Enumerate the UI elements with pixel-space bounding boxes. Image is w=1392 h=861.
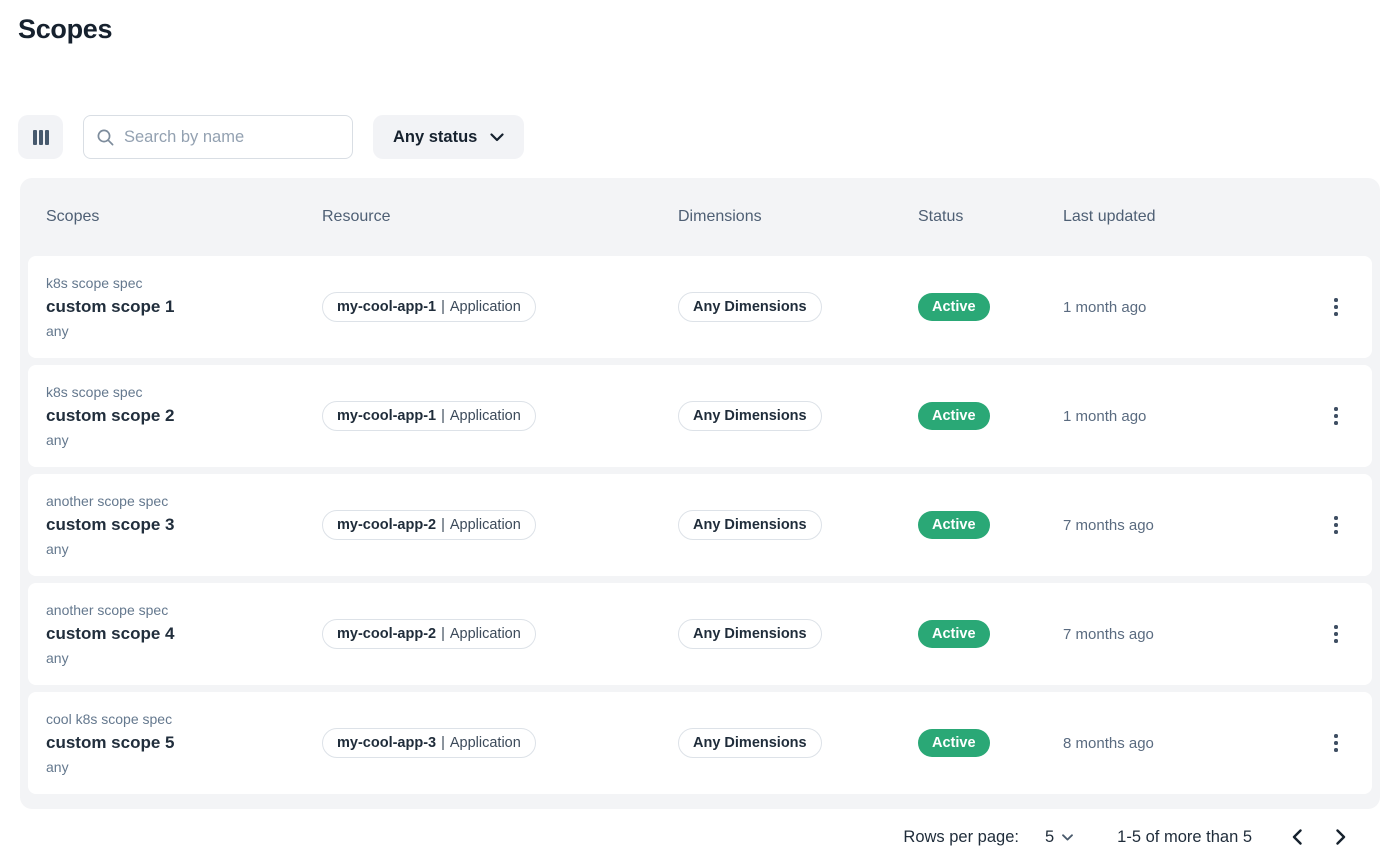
table-header: Scopes Resource Dimensions Status Last u…	[28, 178, 1372, 256]
last-updated-text: 7 months ago	[1063, 517, 1300, 534]
status-badge: Active	[918, 729, 990, 757]
chevron-down-small-icon	[1062, 834, 1073, 841]
resource-type: Application	[450, 735, 521, 751]
scopes-table: Scopes Resource Dimensions Status Last u…	[20, 178, 1380, 809]
row-actions-menu-button[interactable]	[1320, 291, 1352, 323]
resource-app-name: my-cool-app-2	[337, 517, 436, 533]
dimensions-chip: Any Dimensions	[678, 292, 822, 322]
resource-type: Application	[450, 408, 521, 424]
table-row[interactable]: another scope spec custom scope 3 any my…	[28, 474, 1372, 576]
resource-chip: my-cool-app-2 | Application	[322, 619, 536, 649]
resource-app-name: my-cool-app-1	[337, 299, 436, 315]
scope-cell: another scope spec custom scope 3 any	[46, 492, 322, 558]
scope-spec: k8s scope spec	[46, 383, 322, 401]
status-badge: Active	[918, 511, 990, 539]
last-updated-text: 8 months ago	[1063, 735, 1300, 752]
scope-dimension-key: any	[46, 322, 322, 340]
next-page-button[interactable]	[1324, 820, 1358, 854]
scope-name: custom scope 1	[46, 296, 322, 318]
row-actions-menu-button[interactable]	[1320, 618, 1352, 650]
resource-chip: my-cool-app-3 | Application	[322, 728, 536, 758]
resource-chip: my-cool-app-1 | Application	[322, 292, 536, 322]
toolbar: Any status	[18, 115, 524, 159]
resource-type: Application	[450, 517, 521, 533]
dimensions-chip: Any Dimensions	[678, 728, 822, 758]
chevron-down-icon	[490, 133, 504, 142]
resource-chip: my-cool-app-1 | Application	[322, 401, 536, 431]
scope-dimension-key: any	[46, 758, 322, 776]
scope-cell: k8s scope spec custom scope 2 any	[46, 383, 322, 449]
scope-spec: k8s scope spec	[46, 274, 322, 292]
chevron-right-icon	[1336, 829, 1346, 845]
last-updated-text: 1 month ago	[1063, 299, 1300, 316]
scope-name: custom scope 5	[46, 732, 322, 754]
status-badge: Active	[918, 402, 990, 430]
scope-name: custom scope 4	[46, 623, 322, 645]
status-filter-dropdown[interactable]: Any status	[373, 115, 524, 159]
table-row[interactable]: k8s scope spec custom scope 2 any my-coo…	[28, 365, 1372, 467]
chevron-left-icon	[1292, 829, 1302, 845]
resource-app-name: my-cool-app-3	[337, 735, 436, 751]
scope-dimension-key: any	[46, 649, 322, 667]
table-row[interactable]: cool k8s scope spec custom scope 5 any m…	[28, 692, 1372, 794]
scope-dimension-key: any	[46, 431, 322, 449]
table-row[interactable]: k8s scope spec custom scope 1 any my-coo…	[28, 256, 1372, 358]
column-header-resource: Resource	[322, 208, 678, 226]
search-icon	[96, 128, 115, 147]
rows-per-page-select[interactable]: 5	[1045, 828, 1073, 847]
column-header-dimensions: Dimensions	[678, 208, 918, 226]
row-actions-menu-button[interactable]	[1320, 727, 1352, 759]
dimensions-chip: Any Dimensions	[678, 401, 822, 431]
resource-separator: |	[441, 299, 445, 315]
column-settings-button[interactable]	[18, 115, 63, 159]
status-badge: Active	[918, 293, 990, 321]
columns-icon	[33, 130, 49, 145]
status-filter-label: Any status	[393, 128, 477, 147]
resource-separator: |	[441, 626, 445, 642]
scope-spec: another scope spec	[46, 601, 322, 619]
scope-cell: k8s scope spec custom scope 1 any	[46, 274, 322, 340]
status-badge: Active	[918, 620, 990, 648]
scope-name: custom scope 3	[46, 514, 322, 536]
pagination-bar: Rows per page: 5 1-5 of more than 5	[903, 816, 1358, 858]
last-updated-text: 7 months ago	[1063, 626, 1300, 643]
column-header-scopes: Scopes	[46, 208, 322, 226]
resource-app-name: my-cool-app-1	[337, 408, 436, 424]
scope-cell: cool k8s scope spec custom scope 5 any	[46, 710, 322, 776]
resource-app-name: my-cool-app-2	[337, 626, 436, 642]
search-box	[83, 115, 353, 159]
scope-cell: another scope spec custom scope 4 any	[46, 601, 322, 667]
pagination-range-label: 1-5 of more than 5	[1117, 828, 1252, 847]
row-actions-menu-button[interactable]	[1320, 400, 1352, 432]
resource-type: Application	[450, 626, 521, 642]
last-updated-text: 1 month ago	[1063, 408, 1300, 425]
resource-separator: |	[441, 517, 445, 533]
scope-dimension-key: any	[46, 540, 322, 558]
scopes-page: Scopes Any status Scopes Resource Dimens…	[0, 0, 1392, 861]
rows-per-page-label: Rows per page:	[903, 828, 1019, 847]
previous-page-button[interactable]	[1280, 820, 1314, 854]
table-row[interactable]: another scope spec custom scope 4 any my…	[28, 583, 1372, 685]
resource-separator: |	[441, 408, 445, 424]
dimensions-chip: Any Dimensions	[678, 510, 822, 540]
scope-spec: another scope spec	[46, 492, 322, 510]
search-input[interactable]	[124, 128, 344, 147]
resource-chip: my-cool-app-2 | Application	[322, 510, 536, 540]
scope-name: custom scope 2	[46, 405, 322, 427]
row-actions-menu-button[interactable]	[1320, 509, 1352, 541]
rows-per-page-value: 5	[1045, 828, 1054, 847]
column-header-last-updated: Last updated	[1063, 208, 1300, 226]
resource-separator: |	[441, 735, 445, 751]
dimensions-chip: Any Dimensions	[678, 619, 822, 649]
scope-spec: cool k8s scope spec	[46, 710, 322, 728]
column-header-status: Status	[918, 208, 1063, 226]
resource-type: Application	[450, 299, 521, 315]
page-title: Scopes	[18, 14, 112, 45]
